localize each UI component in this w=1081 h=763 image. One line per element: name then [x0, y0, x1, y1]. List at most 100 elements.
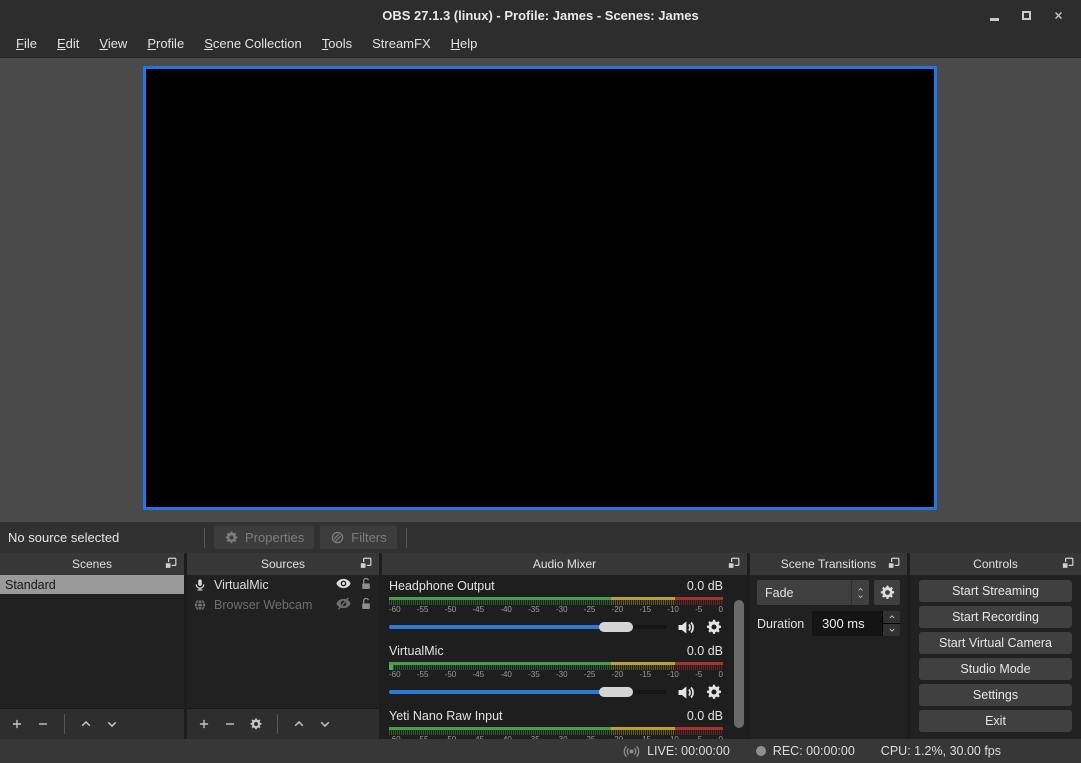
source-properties-button[interactable]: [245, 713, 267, 735]
meter-tick-label: -25: [584, 670, 596, 679]
meter-tick-label: -40: [500, 670, 512, 679]
minimize-button[interactable]: [985, 6, 1003, 24]
meter-tick-label: 0: [719, 605, 723, 614]
menu-view[interactable]: View: [89, 32, 137, 55]
filters-button[interactable]: Filters: [320, 526, 396, 549]
sources-panel: Sources VirtualMic Browser Webcam: [187, 553, 379, 739]
meter-tick-label: -55: [417, 605, 429, 614]
add-source-button[interactable]: [193, 713, 215, 735]
lock-toggle[interactable]: [359, 577, 373, 594]
mixer-name: VirtualMic: [389, 644, 444, 658]
sources-panel-header: Sources: [187, 553, 379, 575]
meter-tick-label: -10: [667, 670, 679, 679]
duration-increase-button[interactable]: [883, 611, 900, 624]
toolbar-separator: [406, 528, 407, 548]
start-virtual-camera-button[interactable]: Start Virtual Camera: [919, 632, 1072, 654]
volume-slider[interactable]: [389, 685, 666, 699]
live-status: LIVE: 00:00:00: [623, 743, 730, 760]
meter-tick-label: -5: [695, 605, 702, 614]
transitions-popout-button[interactable]: [886, 556, 902, 572]
exit-button[interactable]: Exit: [919, 710, 1072, 732]
cpu-status: CPU: 1.2%, 30.00 fps: [881, 744, 1001, 758]
duration-decrease-button[interactable]: [883, 624, 900, 636]
mixer-options-button[interactable]: [705, 683, 723, 701]
menu-tools[interactable]: Tools: [312, 32, 362, 55]
gear-icon: [705, 618, 723, 636]
scene-item-standard[interactable]: Standard: [0, 575, 184, 594]
source-item-browser-webcam[interactable]: Browser Webcam: [187, 595, 379, 615]
visibility-toggle[interactable]: [335, 575, 352, 595]
chevron-up-icon: [887, 613, 897, 621]
popout-icon: [1060, 556, 1075, 571]
move-scene-up-button[interactable]: [75, 713, 97, 735]
meter-tick-label: -60: [389, 605, 401, 614]
speaker-icon: [675, 682, 696, 703]
move-source-up-button[interactable]: [288, 713, 310, 735]
mixer-scrollbar-thumb[interactable]: [734, 600, 744, 728]
menu-bar: File Edit View Profile Scene Collection …: [0, 30, 1081, 58]
gear-icon: [879, 584, 896, 601]
scenes-panel-header: Scenes: [0, 553, 184, 575]
mute-button[interactable]: [675, 682, 696, 703]
filters-button-label: Filters: [351, 530, 386, 545]
volume-slider-handle[interactable]: [599, 622, 633, 632]
cpu-fps-text: CPU: 1.2%, 30.00 fps: [881, 744, 1001, 758]
close-button[interactable]: [1049, 6, 1067, 24]
menu-edit[interactable]: Edit: [47, 32, 89, 55]
menu-scene-collection[interactable]: Scene Collection: [194, 32, 312, 55]
meter-tick-label: -40: [500, 605, 512, 614]
start-streaming-button[interactable]: Start Streaming: [919, 580, 1072, 602]
remove-source-button[interactable]: [219, 713, 241, 735]
duration-spinbox[interactable]: 300 ms: [812, 611, 900, 636]
chevron-up-icon: [856, 586, 865, 593]
menu-streamfx[interactable]: StreamFX: [362, 32, 441, 55]
scene-transitions-panel-header: Scene Transitions: [750, 553, 907, 575]
minus-icon: [223, 717, 237, 731]
preview-canvas[interactable]: [143, 66, 937, 510]
move-scene-down-button[interactable]: [101, 713, 123, 735]
record-dot-icon: [756, 746, 766, 756]
lock-toggle[interactable]: [359, 597, 373, 614]
scenes-popout-button[interactable]: [163, 556, 179, 572]
audio-mixer-popout-button[interactable]: [726, 556, 742, 572]
audio-mixer-panel-title: Audio Mixer: [387, 557, 726, 571]
mixer-name: Headphone Output: [389, 579, 495, 593]
menu-profile[interactable]: Profile: [137, 32, 194, 55]
move-source-down-button[interactable]: [314, 713, 336, 735]
volume-slider[interactable]: [389, 620, 666, 634]
scenes-list: Standard: [0, 575, 184, 708]
microphone-icon: [193, 578, 207, 592]
rec-time: REC: 00:00:00: [773, 744, 855, 758]
controls-popout-button[interactable]: [1060, 556, 1076, 572]
start-recording-button[interactable]: Start Recording: [919, 606, 1072, 628]
controls-panel-header: Controls: [910, 553, 1081, 575]
title-bar[interactable]: OBS 27.1.3 (linux) - Profile: James - Sc…: [0, 0, 1081, 30]
mixer-options-button[interactable]: [705, 618, 723, 636]
sources-popout-button[interactable]: [358, 556, 374, 572]
meter-tick-label: -30: [556, 670, 568, 679]
chevron-down-icon: [318, 717, 332, 731]
combobox-spinner[interactable]: [851, 580, 869, 605]
scene-transitions-panel: Scene Transitions Fade Duration: [750, 553, 907, 739]
menu-help[interactable]: Help: [441, 32, 488, 55]
properties-button[interactable]: Properties: [214, 526, 314, 549]
controls-panel-title: Controls: [915, 557, 1060, 571]
volume-slider-handle[interactable]: [599, 687, 633, 697]
remove-scene-button[interactable]: [32, 713, 54, 735]
scenes-toolbar: [0, 708, 184, 739]
studio-mode-button[interactable]: Studio Mode: [919, 658, 1072, 680]
maximize-button[interactable]: [1017, 6, 1035, 24]
volume-meter: [389, 597, 723, 605]
live-time: LIVE: 00:00:00: [647, 744, 730, 758]
visibility-toggle[interactable]: [335, 595, 352, 615]
mixer-scrollbar[interactable]: [733, 599, 745, 737]
add-scene-button[interactable]: [6, 713, 28, 735]
mute-button[interactable]: [675, 617, 696, 638]
transition-properties-button[interactable]: [874, 580, 900, 605]
settings-button[interactable]: Settings: [919, 684, 1072, 706]
source-item-virtualmic[interactable]: VirtualMic: [187, 575, 379, 595]
transition-select[interactable]: Fade: [757, 580, 869, 605]
audio-mixer-panel-header: Audio Mixer: [382, 553, 747, 575]
menu-file[interactable]: File: [6, 32, 47, 55]
meter-tick-label: -20: [612, 670, 624, 679]
